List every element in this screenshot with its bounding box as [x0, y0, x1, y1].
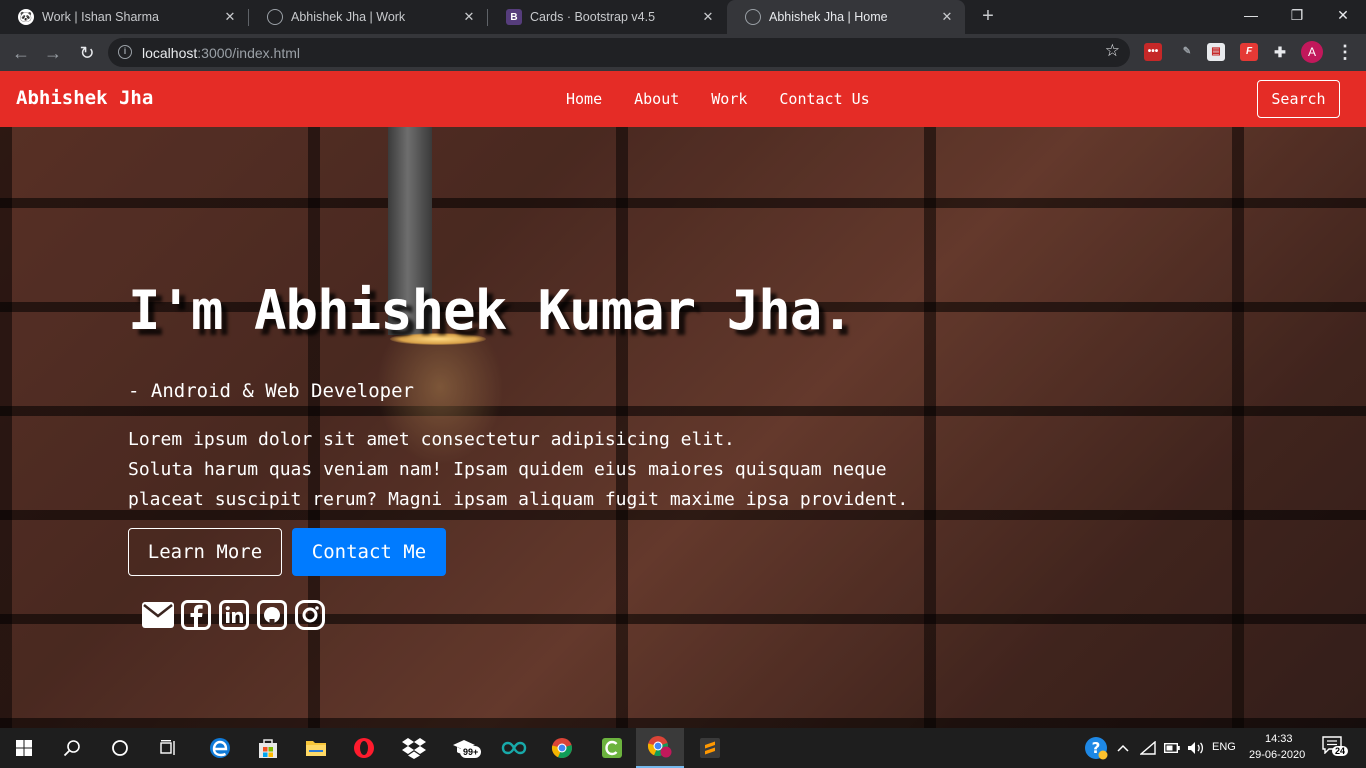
url-host: localhost — [142, 45, 198, 61]
tab-abhishek-home[interactable]: Abhishek Jha | Home ✕ — [727, 0, 965, 34]
restore-icon[interactable]: ❐ — [1274, 0, 1320, 32]
panda-favicon-icon: 🐼 — [18, 9, 34, 25]
facebook-icon[interactable] — [180, 599, 212, 631]
instagram-icon[interactable] — [294, 599, 326, 631]
windows-start-icon[interactable] — [0, 728, 48, 768]
notification-count: 24 — [1332, 746, 1349, 756]
back-icon[interactable]: ← — [8, 40, 34, 66]
tab-work-ishan-sharma[interactable]: 🐼 Work | Ishan Sharma ✕ — [0, 0, 248, 34]
notification-badge: 99+ — [460, 746, 482, 758]
arduino-infinity-icon[interactable] — [490, 728, 538, 768]
tab-bootstrap-cards[interactable]: B Cards · Bootstrap v4.5 ✕ — [488, 0, 726, 34]
minimize-icon[interactable]: — — [1228, 0, 1274, 32]
camtasia-icon[interactable] — [588, 728, 636, 768]
extension-dots-icon[interactable]: ••• — [1144, 43, 1162, 61]
chrome-icon[interactable] — [538, 728, 586, 768]
info-icon[interactable]: i — [118, 45, 132, 59]
tab-title: Abhishek Jha | Home — [769, 10, 888, 24]
site-navbar: Abhishek Jha Home About Work Contact Us … — [0, 71, 1366, 127]
wifi-icon[interactable] — [1136, 728, 1160, 768]
language-indicator[interactable]: ENG — [1212, 741, 1236, 753]
bookmark-star-icon[interactable]: ☆ — [1105, 41, 1120, 61]
social-links — [142, 599, 326, 631]
edge-icon[interactable] — [196, 728, 244, 768]
extension-pen-icon[interactable]: ✎ — [1178, 43, 1196, 61]
nav-link-work[interactable]: Work — [711, 90, 747, 108]
globe-icon — [267, 9, 283, 25]
learn-more-button[interactable]: Learn More — [128, 528, 282, 576]
hero-heading: I'm Abhishek Kumar Jha. — [128, 279, 854, 342]
windows-taskbar: 99+ ? ENG 14:33 29-06-2020 24 — [0, 728, 1366, 768]
description-line: Lorem ipsum dolor sit amet consectetur a… — [128, 429, 735, 450]
close-tab-icon[interactable]: ✕ — [700, 9, 716, 25]
help-icon[interactable]: ? — [1078, 728, 1114, 768]
forward-icon[interactable]: → — [40, 40, 66, 66]
browser-toolbar: ← → ↻ i localhost:3000/index.html ☆ ••• … — [0, 34, 1366, 71]
clock-time[interactable]: 14:33 — [1265, 733, 1293, 745]
tab-title: Cards · Bootstrap v4.5 — [530, 10, 656, 24]
url-path: :3000/index.html — [197, 45, 300, 61]
new-tab-button[interactable]: + — [978, 5, 998, 27]
hero-description: Lorem ipsum dolor sit amet consectetur a… — [128, 425, 1028, 515]
sublime-text-icon[interactable] — [686, 728, 734, 768]
envelope-icon[interactable] — [142, 599, 174, 631]
chrome-profile-taskbar-icon[interactable] — [636, 728, 684, 768]
volume-icon[interactable] — [1184, 728, 1208, 768]
linkedin-icon[interactable] — [218, 599, 250, 631]
close-tab-icon[interactable]: ✕ — [461, 9, 477, 25]
description-line: Soluta harum quas veniam nam! Ipsam quid… — [128, 459, 887, 480]
battery-icon[interactable] — [1160, 728, 1184, 768]
url-text: localhost:3000/index.html — [142, 45, 300, 61]
hero-role: - Android & Web Developer — [128, 380, 414, 402]
tab-title: Abhishek Jha | Work — [291, 10, 406, 24]
extension-card-icon[interactable]: ▤ — [1207, 43, 1225, 61]
nav-link-home[interactable]: Home — [566, 90, 602, 108]
github-icon[interactable] — [256, 599, 288, 631]
close-tab-icon[interactable]: ✕ — [222, 9, 238, 25]
clock-date[interactable]: 29-06-2020 — [1249, 749, 1305, 761]
bootstrap-icon: B — [506, 9, 522, 25]
browser-tab-strip: 🐼 Work | Ishan Sharma ✕ Abhishek Jha | W… — [0, 0, 1366, 34]
task-view-icon[interactable] — [144, 728, 192, 768]
store-icon[interactable] — [244, 728, 292, 768]
cortana-icon[interactable] — [96, 728, 144, 768]
globe-icon — [745, 9, 761, 25]
dropbox-icon[interactable] — [390, 728, 438, 768]
profile-avatar[interactable]: A — [1301, 41, 1323, 63]
description-line: placeat suscipit rerum? Magni ipsam aliq… — [128, 489, 909, 510]
tab-title: Work | Ishan Sharma — [42, 10, 159, 24]
extension-font-icon[interactable]: F — [1240, 43, 1258, 61]
menu-kebab-icon[interactable]: ⋮ — [1336, 40, 1354, 64]
close-window-icon[interactable]: ✕ — [1320, 0, 1366, 32]
reload-icon[interactable]: ↻ — [74, 40, 100, 66]
close-tab-icon[interactable]: ✕ — [939, 9, 955, 25]
web-page: Abhishek Jha Home About Work Contact Us … — [0, 71, 1366, 728]
nav-links: Home About Work Contact Us — [566, 90, 902, 108]
search-icon[interactable] — [48, 728, 96, 768]
action-center-icon[interactable]: 24 — [1322, 736, 1349, 757]
address-bar[interactable]: i localhost:3000/index.html ☆ — [108, 38, 1130, 67]
opera-icon[interactable] — [340, 728, 388, 768]
contact-me-button[interactable]: Contact Me — [292, 528, 446, 576]
extensions-puzzle-icon[interactable]: ✚ — [1271, 43, 1289, 61]
nav-link-about[interactable]: About — [634, 90, 679, 108]
file-explorer-icon[interactable] — [292, 728, 340, 768]
tab-abhishek-work[interactable]: Abhishek Jha | Work ✕ — [249, 0, 487, 34]
search-button[interactable]: Search — [1257, 80, 1340, 118]
tray-chevron-up-icon[interactable] — [1112, 728, 1134, 768]
site-brand[interactable]: Abhishek Jha — [16, 87, 153, 109]
nav-link-contact[interactable]: Contact Us — [779, 90, 869, 108]
